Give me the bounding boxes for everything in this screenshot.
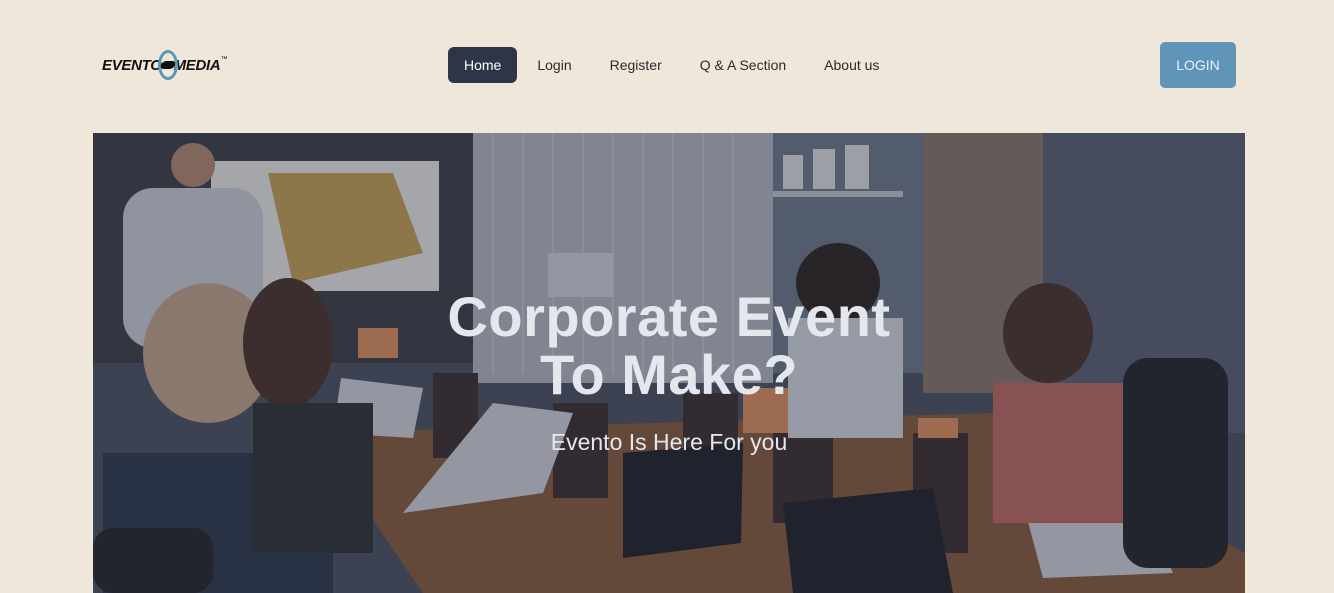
nav-home[interactable]: Home [448,47,518,83]
logo-text-left: EVENTO [102,56,162,74]
hero-title-line-2: To Make? [539,343,799,406]
trademark-symbol: ™ [220,56,228,63]
hero-title-line-1: Corporate Event [447,285,891,348]
hero-title: Corporate Event To Make? [93,288,1245,404]
logo-ring-icon [157,50,178,80]
brand-logo[interactable]: EVENTO MEDIA ™ [102,46,227,84]
nav-about-us[interactable]: About us [808,47,895,83]
hero-banner: Corporate Event To Make? Evento Is Here … [93,133,1245,593]
main-nav: Home Login Register Q & A Section About … [448,47,899,83]
nav-login[interactable]: Login [521,47,589,83]
logo-text-right: MEDIA [173,56,221,74]
login-button[interactable]: LOGIN [1160,42,1236,88]
nav-qa-section[interactable]: Q & A Section [684,47,804,83]
hero-subtitle: Evento Is Here For you [550,429,788,455]
nav-register[interactable]: Register [594,47,680,83]
